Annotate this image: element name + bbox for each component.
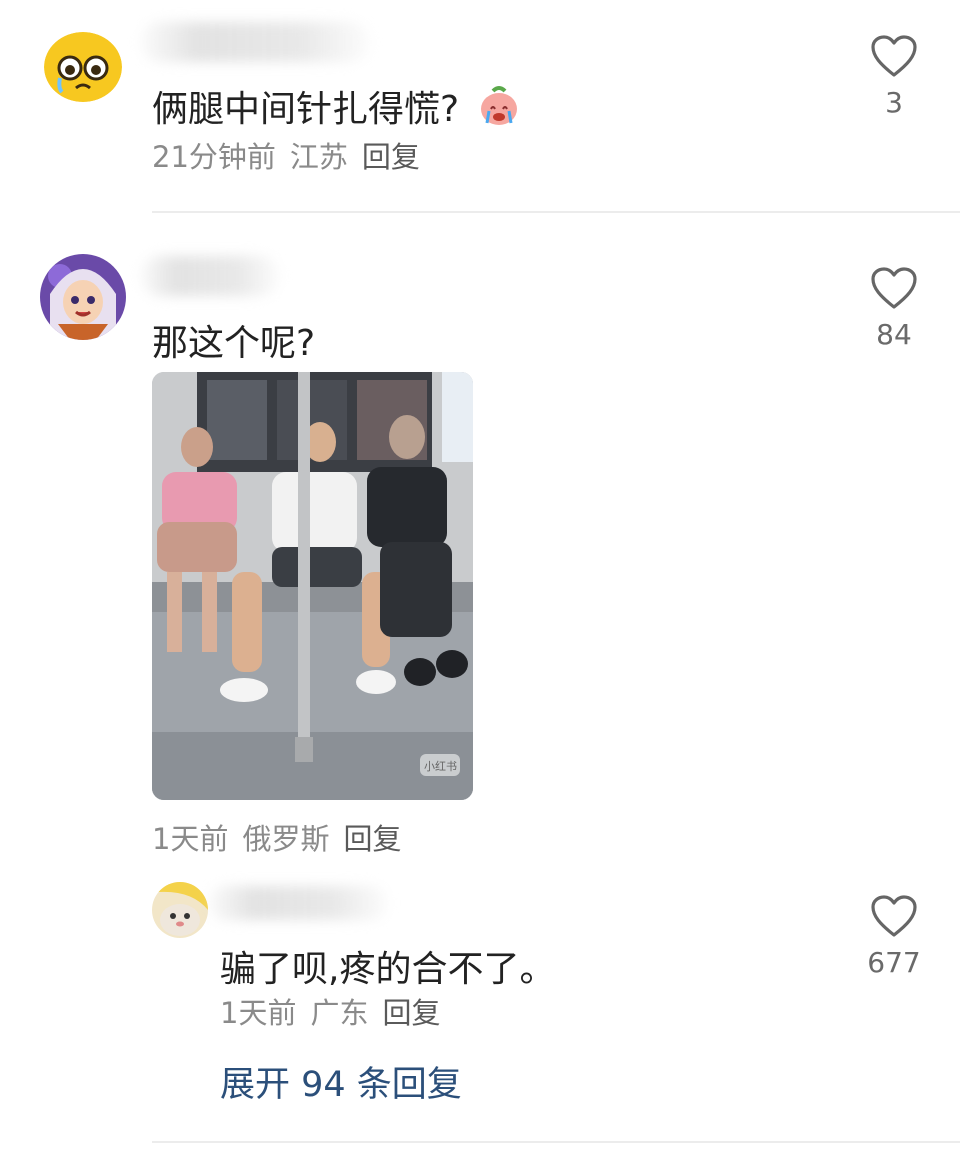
comment-location: 江苏 [289,140,348,174]
avatar[interactable] [152,882,208,938]
crying-face-avatar-icon [44,32,122,102]
subway-photo-icon [152,372,473,800]
like-button[interactable]: 3 [864,34,924,119]
reply-text: 骗了呗,疼的合不了。 [220,949,556,990]
username-blurred[interactable] [208,886,388,920]
comment-time: 21分钟前 [152,140,276,174]
reply-location: 广东 [310,996,369,1030]
comment-text: 俩腿中间针扎得慌? [152,80,521,132]
comment-location: 俄罗斯 [242,822,330,856]
like-count: 677 [867,946,921,979]
heart-icon [871,267,917,309]
watermark: 小红书 [424,760,457,773]
reply-time: 1天前 [220,996,297,1030]
reply-button[interactable]: 回复 [343,822,401,856]
avatar[interactable] [40,254,126,340]
comment-image[interactable]: 小红书 [152,372,473,800]
comment-meta: 21分钟前 江苏 回复 [152,134,434,176]
like-count: 84 [876,318,912,351]
divider [152,211,960,213]
comment-meta: 1天前 俄罗斯 回复 [152,816,415,858]
like-button[interactable]: 677 [864,894,924,979]
avatar[interactable] [44,32,122,102]
expand-replies-button[interactable]: 展开 94 条回复 [220,1056,462,1107]
cat-avatar-icon [152,882,208,938]
like-count: 3 [885,86,903,119]
username-blurred[interactable] [140,22,370,62]
comment-time: 1天前 [152,822,229,856]
reply-button[interactable]: 回复 [362,140,420,174]
heart-icon [871,895,917,937]
username-blurred[interactable] [140,256,280,296]
crying-peach-emoji-icon [480,86,517,125]
like-button[interactable]: 84 [864,266,924,351]
divider [152,1141,960,1143]
heart-icon [871,35,917,77]
reply-meta: 1天前 广东 回复 [220,990,454,1032]
reply-button[interactable]: 回复 [382,996,440,1030]
anime-girl-avatar-icon [40,254,126,340]
comment-text: 那这个呢? [152,323,316,364]
